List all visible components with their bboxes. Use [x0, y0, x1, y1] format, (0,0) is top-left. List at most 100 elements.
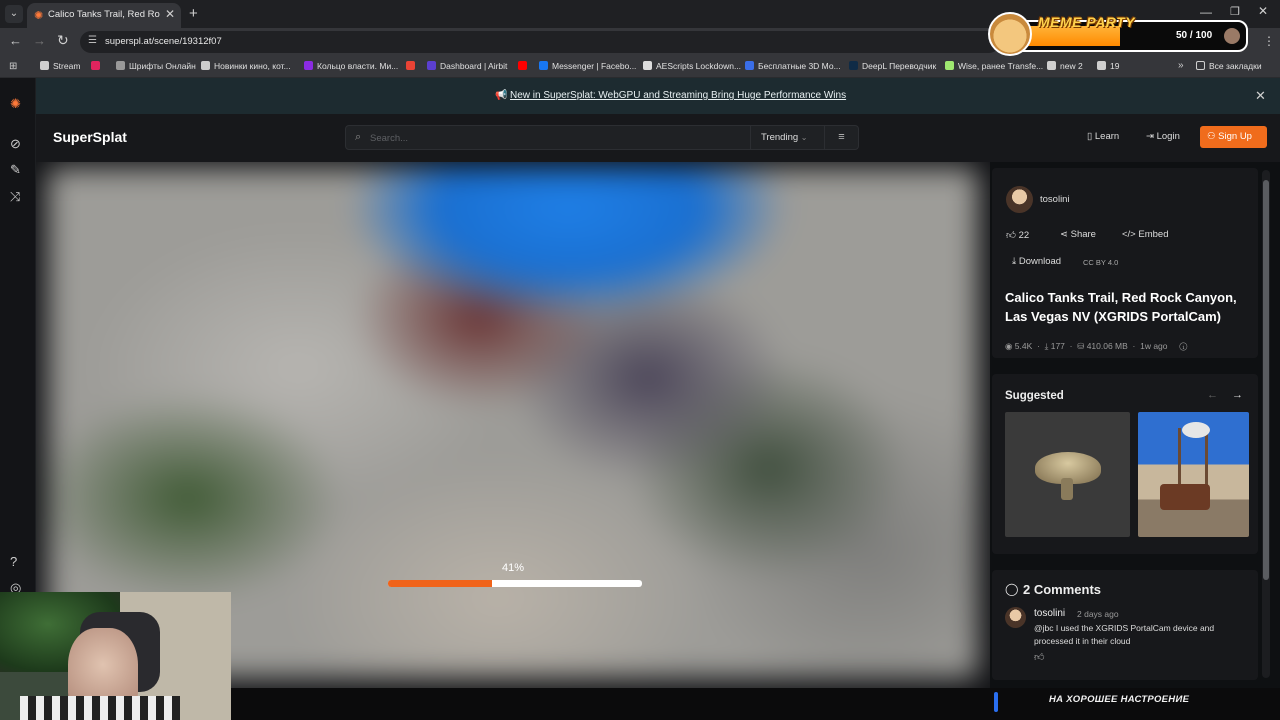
- app-header: SuperSplat ⌕ Trending ⌄ ≡ ▯ Learn ⇥ Logi…: [36, 114, 1280, 162]
- forward-arrow-icon[interactable]: →: [33, 33, 46, 48]
- bookmark-label: Бесплатные 3D Мо...: [758, 61, 841, 71]
- chevron-down-icon: ⌄: [800, 133, 808, 142]
- like-button[interactable]: 👍︎ 22: [1000, 224, 1035, 246]
- bookmark-label: Wise, ранее Transfe...: [958, 61, 1044, 71]
- announcement-close-icon[interactable]: ✕: [1255, 88, 1266, 104]
- thumbs-up-icon: 👍︎: [1006, 230, 1016, 241]
- supersplat-logo[interactable]: SuperSplat: [53, 129, 127, 145]
- announcement-link[interactable]: New in SuperSplat: WebGPU and Streaming …: [510, 90, 846, 101]
- bookmark-favicon-icon: [945, 61, 954, 70]
- sort-select[interactable]: Trending ⌄: [750, 126, 822, 149]
- bookmark-item[interactable]: Шрифты Онлайн: [116, 61, 196, 71]
- bookmark-item[interactable]: DeepL Переводчик: [849, 61, 936, 71]
- bookmark-all[interactable]: Все закладки: [1196, 61, 1262, 71]
- suggested-thumbnail[interactable]: [1005, 412, 1130, 537]
- panel-scrollbar[interactable]: [1262, 170, 1270, 678]
- bookmark-label: Dashboard | Airbit: [440, 61, 508, 71]
- comment-avatar[interactable]: [1005, 607, 1026, 628]
- help-circle-icon[interactable]: ?: [10, 554, 17, 569]
- search-input[interactable]: [370, 129, 740, 147]
- bookmark-item[interactable]: Wise, ранее Transfe...: [945, 61, 1043, 71]
- login-button[interactable]: ⇥ Login: [1140, 126, 1196, 148]
- bookmark-item[interactable]: new 2: [1047, 61, 1083, 71]
- bookmark-item[interactable]: Новинки кино, кот...: [201, 61, 291, 71]
- author-avatar[interactable]: [1006, 186, 1033, 213]
- bookmark-item[interactable]: [518, 61, 531, 71]
- mushroom-stem-image: [1061, 478, 1073, 500]
- bookmark-label: 19: [1110, 61, 1120, 71]
- eye-icon: ◉: [1005, 341, 1013, 351]
- bookmark-favicon-icon: [40, 61, 49, 70]
- webcam-overlay: [0, 592, 231, 720]
- embed-label: Embed: [1138, 229, 1169, 240]
- bookmark-label: Кольцо власти. Ми...: [317, 61, 399, 71]
- bookmarks-overflow-chevron-icon[interactable]: »: [1178, 60, 1184, 71]
- bookmark-item[interactable]: Dashboard | Airbit: [427, 61, 507, 71]
- bookmark-item[interactable]: [406, 61, 419, 71]
- window-close-icon[interactable]: ✕: [1258, 4, 1268, 18]
- share-button[interactable]: ⋖ Share: [1054, 224, 1102, 245]
- shuffle-icon[interactable]: ⤨: [10, 189, 20, 205]
- editor-pen-icon[interactable]: ✎: [10, 162, 21, 178]
- bookmark-item[interactable]: AEScripts Lockdown...: [643, 61, 741, 71]
- bookmark-item[interactable]: Stream: [40, 61, 80, 71]
- suggested-next-arrow-icon[interactable]: →: [1232, 389, 1243, 401]
- bookmark-item[interactable]: Кольцо власти. Ми...: [304, 61, 398, 71]
- browser-menu-dots-icon[interactable]: ⋮: [1263, 34, 1275, 48]
- bookmark-favicon-icon: [518, 61, 527, 70]
- loading-progress-bar: [388, 580, 642, 587]
- comment-time: 2 days ago: [1077, 609, 1119, 619]
- filter-icon[interactable]: ≡: [824, 126, 858, 149]
- suggested-thumbnail[interactable]: [1138, 412, 1249, 537]
- bookmark-item[interactable]: Messenger | Facebo...: [539, 61, 636, 71]
- explore-compass-icon[interactable]: ⊘: [10, 136, 21, 152]
- bookmark-favicon-icon: [427, 61, 436, 70]
- tab-close-icon[interactable]: ✕: [165, 7, 175, 21]
- new-tab-plus-icon[interactable]: +: [189, 5, 198, 22]
- scene-details-card: tosolini 👍︎ 22 ⋖ Share </> Embed ⤓ Downl…: [992, 168, 1258, 358]
- browser-tab-active[interactable]: ✺ Calico Tanks Trail, Red Rock Can ✕: [27, 3, 181, 28]
- comment-like-icon[interactable]: 👍︎: [1034, 651, 1044, 663]
- book-icon: ▯: [1087, 131, 1093, 142]
- download-button[interactable]: ⤓ Download: [1006, 251, 1067, 272]
- bookmarks-bar: ⊞ » Все закладки Stream Шрифты Онлайн Нови…: [0, 56, 1280, 78]
- window-minimize-icon[interactable]: —: [1200, 5, 1212, 19]
- meme-count: 50 / 100: [1176, 30, 1213, 41]
- supersplat-favicon-icon: ✺: [34, 10, 44, 22]
- bookmark-favicon-icon: [539, 61, 548, 70]
- reload-icon[interactable]: ↻: [57, 32, 69, 49]
- site-info-icon[interactable]: ☰: [88, 35, 97, 46]
- webcam-shirt: [20, 696, 180, 720]
- back-arrow-icon[interactable]: ←: [9, 33, 22, 48]
- address-bar[interactable]: ☰ superspl.at/scene/19312f07: [80, 31, 1000, 53]
- window-restore-icon[interactable]: ❐: [1230, 5, 1240, 18]
- bookmark-item[interactable]: 19: [1097, 61, 1119, 71]
- scrollbar-thumb[interactable]: [1263, 180, 1269, 580]
- rusty-truck-image: [1160, 484, 1210, 510]
- apps-grid-icon[interactable]: ⊞: [9, 61, 17, 72]
- signup-button[interactable]: ⚇ Sign Up: [1200, 126, 1267, 148]
- comment-author[interactable]: tosolini: [1034, 608, 1065, 619]
- share-label: Share: [1070, 229, 1096, 240]
- license-badge[interactable]: CC BY 4.0: [1083, 258, 1118, 267]
- comments-title: 2 Comments: [1023, 582, 1102, 597]
- bookmark-label: Stream: [53, 61, 81, 71]
- search-icon: ⌕: [355, 131, 362, 143]
- bookmark-item[interactable]: Бесплатные 3D Мо...: [745, 61, 841, 71]
- bookmark-favicon-icon: [1097, 61, 1106, 70]
- embed-button[interactable]: </> Embed: [1116, 224, 1175, 245]
- sort-value: Trending: [761, 132, 799, 143]
- storage-icon: ⛁: [1077, 341, 1085, 351]
- megaphone-icon: 📢: [495, 90, 508, 101]
- share-icon: ⋖: [1060, 229, 1068, 240]
- stream-accent: [994, 692, 998, 712]
- tab-search-chevron-icon[interactable]: ⌄: [5, 5, 23, 23]
- author-name[interactable]: tosolini: [1040, 194, 1070, 205]
- suggested-prev-arrow-icon[interactable]: ←: [1207, 389, 1218, 401]
- help-circle-icon[interactable]: ⓘ: [1179, 341, 1187, 351]
- bookmark-favicon-icon: [745, 61, 754, 70]
- supersplat-logo-icon[interactable]: ✺: [10, 96, 21, 112]
- bookmark-item[interactable]: [91, 61, 104, 71]
- search-bar: ⌕ Trending ⌄ ≡: [345, 125, 859, 150]
- learn-button[interactable]: ▯ Learn: [1081, 126, 1134, 148]
